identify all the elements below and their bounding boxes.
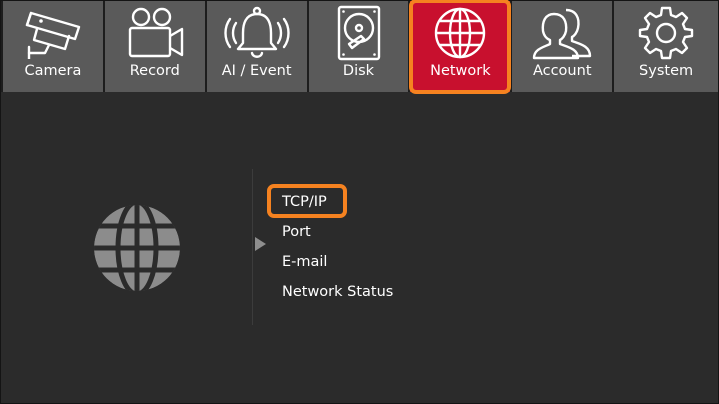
video-camera-icon <box>105 1 205 65</box>
network-submenu: TCP/IP Port E-mail Network Status <box>266 184 393 312</box>
menu-item-tcp-ip[interactable]: TCP/IP <box>266 184 393 222</box>
menu-divider <box>252 169 253 325</box>
tab-ai-event[interactable]: AI / Event <box>206 1 307 92</box>
tab-disk-label: Disk <box>342 63 375 79</box>
tab-network-label: Network <box>430 63 491 79</box>
top-nav-bar: Camera Record AI / Event Disk Network Ac… <box>1 0 719 94</box>
tab-system-label: System <box>639 63 694 79</box>
tab-record[interactable]: Record <box>104 1 205 92</box>
menu-item-network-status[interactable]: Network Status <box>282 282 393 312</box>
globe-icon <box>410 1 510 65</box>
tab-network[interactable]: Network <box>409 0 512 94</box>
users-icon <box>512 1 612 65</box>
menu-pointer-arrow <box>255 237 266 251</box>
menu-item-port[interactable]: Port <box>282 222 393 252</box>
tab-ai-event-label: AI / Event <box>221 63 292 79</box>
tab-record-label: Record <box>129 63 180 79</box>
settings-screen: Camera Record AI / Event Disk Network Ac… <box>0 0 719 404</box>
tab-account[interactable]: Account <box>512 1 613 92</box>
tab-system[interactable]: System <box>614 1 719 92</box>
hard-disk-icon <box>309 1 409 65</box>
tab-disk[interactable]: Disk <box>308 1 409 92</box>
tab-camera-label: Camera <box>24 63 82 79</box>
menu-item-email[interactable]: E-mail <box>282 252 393 282</box>
gear-icon <box>614 1 718 65</box>
alarm-bell-icon <box>207 1 307 65</box>
cctv-camera-icon <box>3 1 103 65</box>
tab-camera[interactable]: Camera <box>3 1 103 92</box>
tab-account-label: Account <box>532 63 592 79</box>
network-section-globe-icon <box>93 204 181 292</box>
